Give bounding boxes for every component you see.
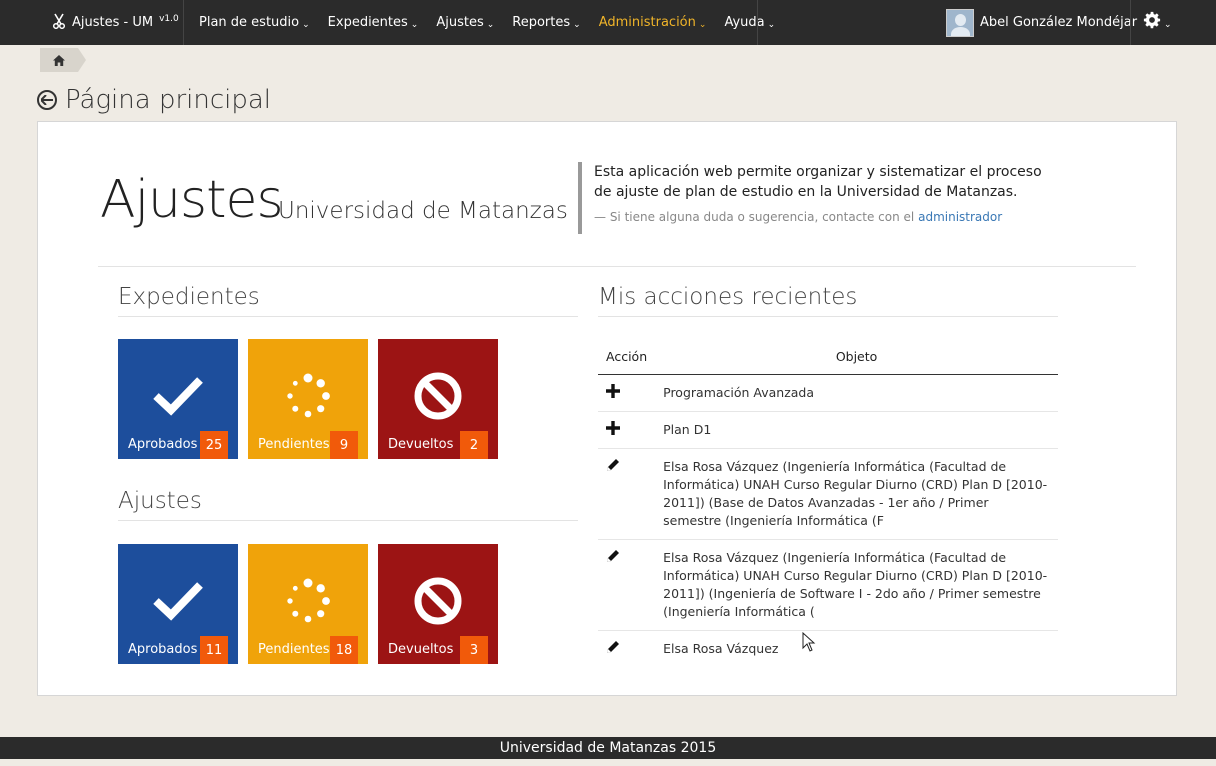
table-row[interactable]: Programación Avanzada [598, 373, 1058, 411]
back-arrow-icon[interactable] [37, 90, 57, 110]
chevron-down-icon: ⌄ [1164, 19, 1172, 30]
menu-reportes[interactable]: Reportes ⌄ [503, 0, 589, 45]
user-menu[interactable]: Abel González Mondéjar [946, 0, 1137, 45]
brand-version: v1.0 [159, 13, 179, 24]
column-header-object: Objeto [655, 340, 1058, 375]
ban-icon [413, 576, 463, 630]
breadcrumb [40, 48, 86, 72]
count-badge: 3 [460, 636, 488, 664]
ajustes-tiles: Aprobados 11 Pendientes 18 Devueltos 3 [118, 544, 498, 664]
check-icon [153, 376, 203, 420]
tile-label: Devueltos [388, 642, 454, 657]
chevron-down-icon: ⌄ [486, 19, 495, 30]
table-row[interactable]: Elsa Rosa Vázquez (Ingeniería Informátic… [598, 538, 1058, 630]
menu-plan-de-estudio[interactable]: Plan de estudio ⌄ [190, 0, 319, 45]
chevron-down-icon: ⌄ [698, 19, 707, 30]
description-text: Esta aplicación web permite organizar y … [594, 164, 1042, 200]
pencil-icon [606, 548, 620, 567]
count-badge: 11 [200, 636, 228, 664]
description-quote: Esta aplicación web permite organizar y … [578, 162, 1048, 234]
table-row[interactable]: Elsa Rosa Vázquez [598, 629, 1058, 667]
avatar [946, 8, 974, 37]
table-row[interactable]: Elsa Rosa Vázquez (Ingeniería Informátic… [598, 447, 1058, 539]
menu-expedientes[interactable]: Expedientes ⌄ [319, 0, 428, 45]
admin-link[interactable]: administrador [918, 210, 1002, 224]
chevron-down-icon: ⌄ [410, 19, 419, 30]
hero-subtitle: Universidad de Matanzas [278, 198, 568, 224]
menu-ajustes[interactable]: Ajustes ⌄ [427, 0, 503, 45]
spinner-icon [285, 578, 331, 628]
ban-icon [413, 371, 463, 425]
tile-label: Pendientes [258, 642, 330, 657]
plus-icon [606, 420, 620, 439]
user-name: Abel González Mondéjar [980, 15, 1138, 30]
count-badge: 9 [330, 431, 358, 459]
pencil-icon [606, 457, 620, 476]
home-icon [53, 51, 65, 70]
contact-note: — Si tiene alguna duda o sugerencia, con… [594, 210, 1048, 224]
settings-menu[interactable]: ⌄ [1143, 0, 1172, 45]
table-header-row: Acción Objeto [598, 340, 1058, 375]
chevron-down-icon: ⌄ [573, 19, 581, 30]
tile-expedientes-aprobados[interactable]: Aprobados 25 [118, 339, 238, 459]
site-footer: Universidad de Matanzas 2015 [0, 737, 1216, 759]
tile-expedientes-devueltos[interactable]: Devueltos 2 [378, 339, 498, 459]
tile-label: Devueltos [388, 437, 454, 452]
tile-expedientes-pendientes[interactable]: Pendientes 9 [248, 339, 368, 459]
count-badge: 18 [330, 636, 358, 664]
object-cell: Plan D1 [655, 410, 1058, 448]
main-panel: Ajustes Universidad de Matanzas Esta apl… [37, 121, 1177, 696]
tile-label: Aprobados [128, 437, 198, 452]
footer-text: Universidad de Matanzas 2015 [499, 740, 717, 756]
tile-label: Pendientes [258, 437, 330, 452]
expedientes-title: Expedientes [118, 284, 578, 317]
contact-prefix: — Si tiene alguna duda o sugerencia, con… [594, 210, 915, 224]
check-icon [153, 581, 203, 625]
gear-icon [1143, 11, 1161, 34]
object-cell: Elsa Rosa Vázquez [655, 629, 1058, 667]
top-navbar: Ajustes - UM v1.0 Plan de estudio ⌄ Expedi… [0, 0, 1216, 45]
tile-ajustes-pendientes[interactable]: Pendientes 18 [248, 544, 368, 664]
spinner-icon [285, 373, 331, 423]
menu-ayuda[interactable]: Ayuda ⌄ [715, 0, 784, 45]
expedientes-tiles: Aprobados 25 Pendientes 9 Devueltos 2 [118, 339, 498, 459]
page-title: Página principal [37, 82, 271, 118]
pencil-icon [606, 639, 620, 658]
recent-actions-title: Mis acciones recientes [598, 284, 1058, 317]
plus-icon [606, 383, 620, 402]
main-menu: Plan de estudio ⌄ Expedientes ⌄ Ajustes ⌄ R… [190, 0, 784, 45]
tile-label: Aprobados [128, 642, 198, 657]
tile-ajustes-devueltos[interactable]: Devueltos 3 [378, 544, 498, 664]
scissors-icon [52, 13, 66, 33]
brand-link[interactable]: Ajustes - UM v1.0 [52, 0, 179, 45]
tile-ajustes-aprobados[interactable]: Aprobados 11 [118, 544, 238, 664]
count-badge: 2 [460, 431, 488, 459]
object-cell: Elsa Rosa Vázquez (Ingeniería Informátic… [655, 538, 1058, 630]
mouse-cursor-icon [802, 631, 816, 656]
breadcrumb-home[interactable] [40, 48, 86, 72]
page-title-text: Página principal [65, 85, 272, 115]
count-badge: 25 [200, 431, 228, 459]
recent-actions-table: Acción Objeto Programación Avanzada Plan… [598, 340, 1058, 667]
object-cell: Programación Avanzada [655, 373, 1058, 411]
ajustes-title: Ajustes [118, 488, 578, 521]
menu-administracion[interactable]: Administración ⌄ [590, 0, 716, 45]
divider [98, 266, 1136, 267]
column-header-action: Acción [598, 340, 656, 375]
hero-title: Ajustes [100, 170, 284, 230]
chevron-down-icon: ⌄ [767, 19, 776, 30]
table-row[interactable]: Plan D1 [598, 410, 1058, 448]
brand-name: Ajustes - UM [72, 15, 154, 30]
chevron-down-icon: ⌄ [302, 19, 310, 30]
object-cell: Elsa Rosa Vázquez (Ingeniería Informátic… [655, 447, 1058, 539]
